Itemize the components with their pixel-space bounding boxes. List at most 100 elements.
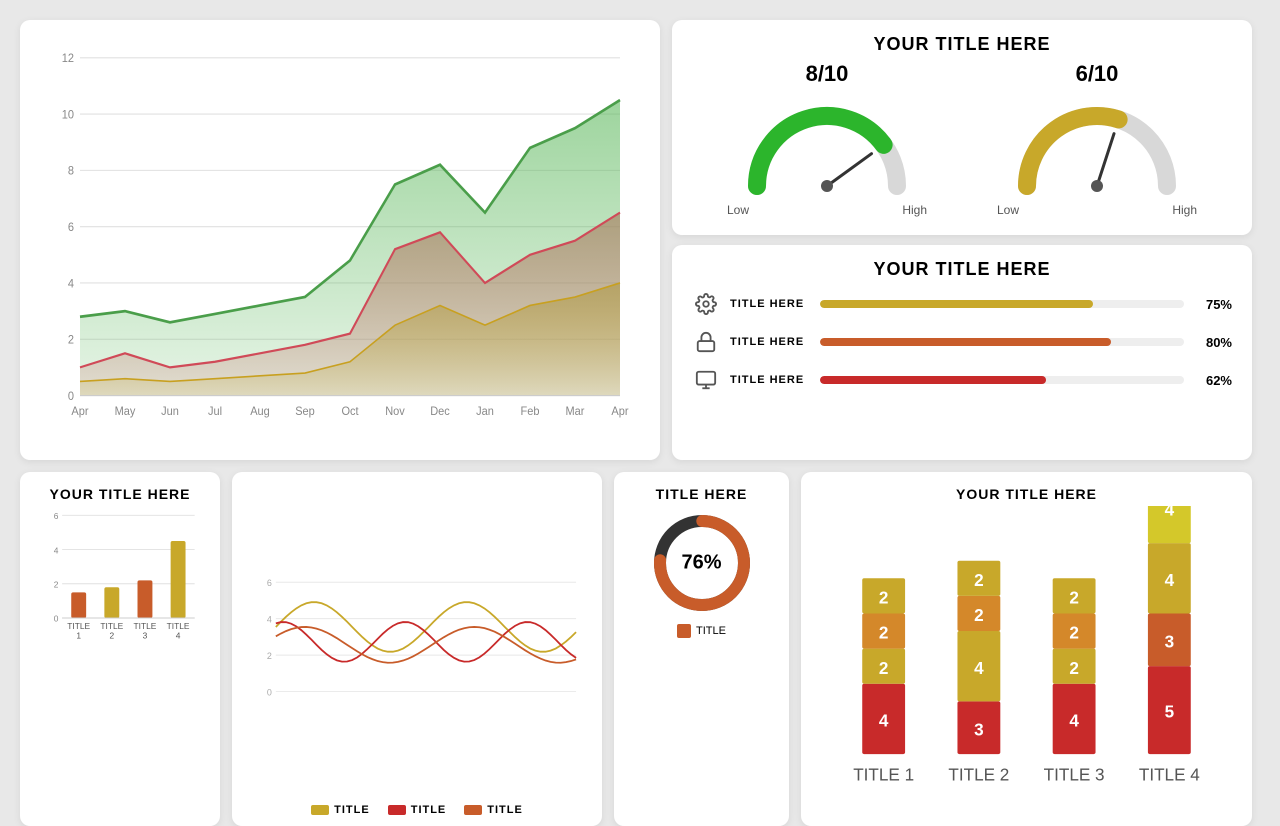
- svg-text:4: 4: [974, 658, 984, 678]
- progress-row-row2: TITLE HERE 80%: [692, 328, 1232, 356]
- gauge-svg-1: [727, 91, 927, 201]
- donut-title: TITLE HERE: [656, 486, 748, 502]
- bar-chart-svg: 0246TITLE1TITLE2TITLE3TITLE4: [36, 506, 204, 655]
- svg-text:3: 3: [974, 719, 984, 739]
- svg-text:12: 12: [62, 53, 74, 66]
- gauge-low-1: Low: [727, 203, 749, 217]
- progress-icon-row1: [692, 290, 720, 318]
- area-chart-card: 024681012 AprMayJunJulAugSepOctNovDecJan…: [20, 20, 660, 460]
- svg-text:4: 4: [54, 545, 59, 555]
- svg-text:2: 2: [1069, 623, 1079, 643]
- svg-text:TITLE 3: TITLE 3: [1044, 765, 1105, 785]
- svg-text:4: 4: [68, 278, 75, 291]
- progress-icon-row2: [692, 328, 720, 356]
- svg-text:TITLE 4: TITLE 4: [1139, 765, 1200, 785]
- svg-text:Nov: Nov: [385, 406, 405, 419]
- legend-label: TITLE: [411, 804, 447, 816]
- progress-icon-row3: [692, 366, 720, 394]
- svg-text:Apr: Apr: [71, 406, 88, 419]
- progress-label-row3: TITLE HERE: [730, 374, 810, 386]
- svg-text:Feb: Feb: [521, 406, 540, 419]
- svg-text:3: 3: [143, 631, 148, 641]
- svg-text:5: 5: [1165, 702, 1175, 722]
- stacked-bar-svg: 4222TITLE 13422TITLE 24222TITLE 35344TIT…: [817, 506, 1236, 812]
- line-chart-svg: 0246: [248, 486, 586, 798]
- line-chart-card: 0246 TITLETITLETITLE: [232, 472, 602, 826]
- donut-card: TITLE HERE 76% TITLE: [614, 472, 789, 826]
- svg-text:6: 6: [68, 222, 74, 235]
- gauge-high-2: High: [1172, 203, 1197, 217]
- legend-color: [388, 805, 406, 815]
- bar-chart-title: YOUR TITLE HERE: [36, 486, 204, 502]
- legend-item: TITLE: [388, 804, 447, 816]
- progress-bar-fill-row1: [820, 300, 1093, 308]
- legend-item: TITLE: [464, 804, 523, 816]
- svg-text:4: 4: [1165, 570, 1175, 590]
- stacked-bar-title: YOUR TITLE HERE: [817, 486, 1236, 502]
- progress-bar-wrap-row3: [820, 376, 1184, 384]
- svg-text:1: 1: [76, 631, 81, 641]
- legend-label: TITLE: [334, 804, 370, 816]
- progress-row-row3: TITLE HERE 62%: [692, 366, 1232, 394]
- gauges-row: 8/10 Low High 6/10 Low: [692, 61, 1232, 217]
- gauge-item-1: 8/10 Low High: [727, 61, 927, 217]
- gauge-value-1: 8/10: [806, 61, 849, 87]
- svg-text:4: 4: [1069, 711, 1079, 731]
- gauge-labels-1: Low High: [727, 203, 927, 217]
- line-legend: TITLE TITLE TITLE: [248, 804, 586, 816]
- bar-chart-svg-wrap: 0246TITLE1TITLE2TITLE3TITLE4: [36, 506, 204, 816]
- gauge-svg-wrap-2: [997, 91, 1197, 201]
- progress-bar-fill-row3: [820, 376, 1046, 384]
- svg-text:2: 2: [68, 334, 74, 347]
- svg-text:4: 4: [267, 615, 272, 625]
- svg-text:2: 2: [109, 631, 114, 641]
- progress-bar-wrap-row1: [820, 300, 1184, 308]
- progress-label-row2: TITLE HERE: [730, 336, 810, 348]
- donut-center-text: 76%: [681, 552, 721, 575]
- svg-text:3: 3: [1165, 631, 1175, 651]
- progress-row-row1: TITLE HERE 75%: [692, 290, 1232, 318]
- svg-text:Oct: Oct: [341, 406, 359, 419]
- svg-text:Mar: Mar: [566, 406, 585, 419]
- svg-text:Jun: Jun: [161, 406, 179, 419]
- stacked-bar-card: YOUR TITLE HERE 4 2 2 2 TITLE 1 3 4 2 2 TITLE 2 4 2…: [801, 472, 1252, 826]
- gauge-card-title: YOUR TITLE HERE: [692, 34, 1232, 55]
- svg-text:Jan: Jan: [476, 406, 494, 419]
- svg-text:TITLE 2: TITLE 2: [948, 765, 1009, 785]
- svg-text:10: 10: [62, 109, 74, 122]
- svg-text:4: 4: [176, 631, 181, 641]
- svg-text:0: 0: [68, 391, 74, 404]
- svg-text:Jul: Jul: [208, 406, 222, 419]
- svg-text:2: 2: [879, 658, 889, 678]
- svg-text:2: 2: [879, 587, 889, 607]
- svg-text:6: 6: [267, 578, 272, 588]
- area-chart-svg: 024681012 AprMayJunJulAugSepOctNovDecJan…: [40, 36, 640, 450]
- svg-text:Aug: Aug: [250, 406, 270, 419]
- bar-chart-card: YOUR TITLE HERE 0246TITLE1TITLE2TITLE3TI…: [20, 472, 220, 826]
- donut-legend-label: TITLE: [696, 625, 726, 637]
- legend-item: TITLE: [311, 804, 370, 816]
- progress-rows: TITLE HERE 75% TITLE HERE 80% TITLE HERE…: [692, 290, 1232, 394]
- svg-text:TITLE 1: TITLE 1: [853, 765, 914, 785]
- gauge-low-2: Low: [997, 203, 1019, 217]
- svg-text:2: 2: [974, 605, 984, 625]
- legend-color: [311, 805, 329, 815]
- progress-pct-row3: 62%: [1194, 373, 1232, 388]
- svg-text:2: 2: [879, 623, 889, 643]
- gauge-svg-wrap-1: [727, 91, 927, 201]
- svg-text:2: 2: [1069, 658, 1079, 678]
- svg-text:2: 2: [1069, 587, 1079, 607]
- progress-card-title: YOUR TITLE HERE: [692, 259, 1232, 280]
- progress-bar-wrap-row2: [820, 338, 1184, 346]
- svg-text:2: 2: [267, 651, 272, 661]
- svg-text:Apr: Apr: [611, 406, 628, 419]
- svg-text:4: 4: [879, 711, 889, 731]
- progress-pct-row2: 80%: [1194, 335, 1232, 350]
- progress-label-row1: TITLE HERE: [730, 298, 810, 310]
- gauge-labels-2: Low High: [997, 203, 1197, 217]
- donut-legend: TITLE: [677, 624, 726, 638]
- svg-text:Dec: Dec: [430, 406, 450, 419]
- gauge-item-2: 6/10 Low High: [997, 61, 1197, 217]
- svg-text:4: 4: [1165, 506, 1175, 520]
- legend-color: [464, 805, 482, 815]
